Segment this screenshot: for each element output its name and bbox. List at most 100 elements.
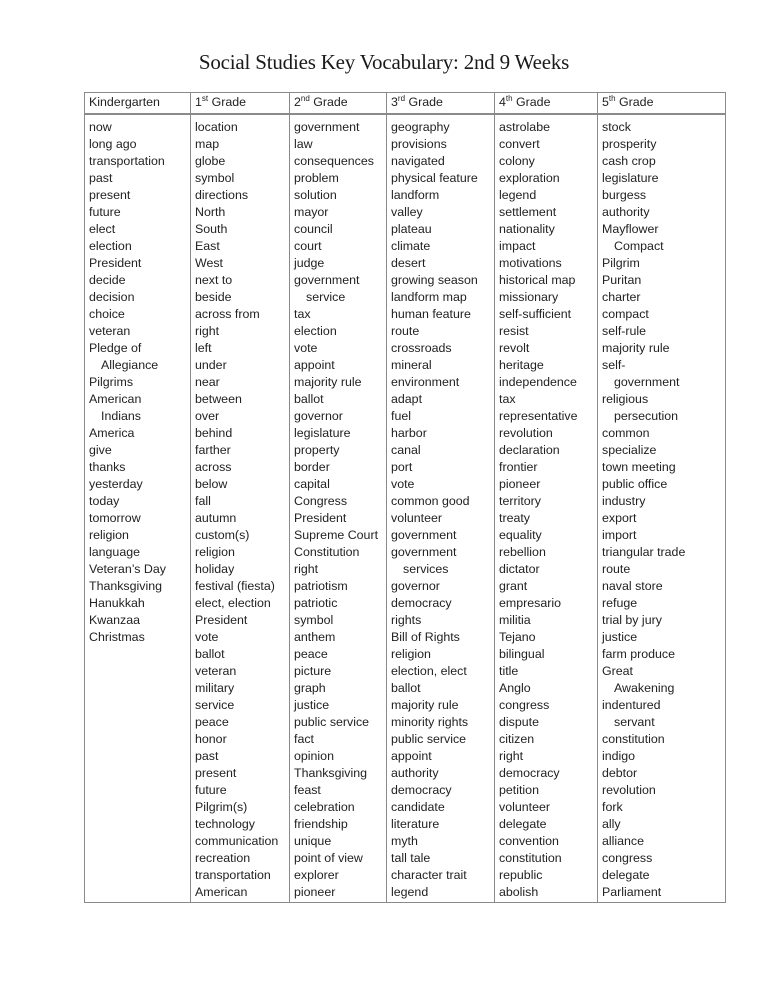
vocabulary-word: provisions	[391, 137, 447, 151]
vocabulary-word: ally	[602, 817, 621, 831]
vocabulary-word: canal	[391, 443, 421, 457]
vocabulary-word: legend	[499, 188, 537, 202]
vocabulary-word: future	[89, 205, 121, 219]
vocabulary-word: citizen	[499, 732, 535, 746]
vocabulary-word: route	[602, 562, 631, 576]
vocabulary-word: right	[195, 324, 220, 338]
vocabulary-word: religion	[391, 647, 431, 661]
vocabulary-word: settlement	[499, 205, 557, 219]
vocabulary-word: convention	[499, 834, 559, 848]
vocabulary-word: future	[195, 783, 227, 797]
word-list-grade-3: geography provisions navigated physical fea…	[386, 113, 495, 903]
vocabulary-word: below	[195, 477, 228, 491]
vocabulary-word: prosperity	[602, 137, 657, 151]
vocabulary-word: industry	[602, 494, 646, 508]
header-ordinal-suffix: nd	[300, 93, 310, 103]
vocabulary-word: anthem	[294, 630, 336, 644]
vocabulary-word: compact	[602, 307, 649, 321]
vocabulary-word: religion	[89, 528, 129, 542]
vocabulary-word: fall	[195, 494, 211, 508]
vocabulary-word: colony	[499, 154, 535, 168]
vocabulary-word: democracy	[391, 783, 452, 797]
vocabulary-word: indentured	[602, 698, 661, 712]
vocabulary-word: point of view	[294, 851, 363, 865]
vocabulary-word: location	[195, 120, 238, 134]
vocabulary-word: self-rule	[602, 324, 647, 338]
vocabulary-word: Tejano	[499, 630, 536, 644]
vocabulary-word: problem	[294, 171, 339, 185]
vocabulary-word: Puritan	[602, 273, 642, 287]
vocabulary-word: title	[499, 664, 519, 678]
vocabulary-word: graph	[294, 681, 326, 695]
word-list-grade-2: government law consequences problem solution…	[289, 113, 387, 903]
vocabulary-word: tax	[499, 392, 516, 406]
header-number: 2	[294, 95, 301, 109]
vocabulary-word: decide	[89, 273, 126, 287]
vocabulary-word: custom(s)	[195, 528, 250, 542]
vocabulary-word: patriotic	[294, 596, 338, 610]
vocabulary-word: American	[195, 885, 248, 899]
vocabulary-word: justice	[294, 698, 330, 712]
vocabulary-word: import	[602, 528, 637, 542]
vocabulary-word: congress	[499, 698, 550, 712]
word-list-kindergarten: now long ago transportation past present futu…	[84, 113, 191, 903]
vocabulary-word: law	[294, 137, 313, 151]
vocabulary-word: Hanukkah	[89, 596, 145, 610]
vocabulary-word: farther	[195, 443, 231, 457]
vocabulary-word: behind	[195, 426, 233, 440]
vocabulary-word: independence	[499, 375, 577, 389]
vocabulary-word: climate	[391, 239, 431, 253]
vocabulary-word: Pilgrim	[602, 256, 640, 270]
vocabulary-word: self-	[602, 358, 626, 372]
vocabulary-word: government	[614, 375, 680, 389]
column-header-grade-5: 5th Grade	[597, 92, 726, 115]
vocabulary-word: Great	[602, 664, 633, 678]
vocabulary-word: West	[195, 256, 223, 270]
vocabulary-word: President	[89, 256, 142, 270]
vocabulary-word: service	[306, 290, 346, 304]
header-label: Kindergarten	[89, 95, 160, 109]
vocabulary-word: tall tale	[391, 851, 431, 865]
vocabulary-word: ballot	[294, 392, 324, 406]
vocabulary-word: opinion	[294, 749, 334, 763]
vocabulary-word: election, elect	[391, 664, 467, 678]
vocabulary-word: patriotism	[294, 579, 348, 593]
vocabulary-word: majority rule	[602, 341, 670, 355]
vocabulary-word: Pledge of	[89, 341, 142, 355]
vocabulary-word: government	[391, 545, 457, 559]
header-ordinal-suffix: th	[505, 93, 513, 103]
vocabulary-word: Awakening	[614, 681, 675, 695]
vocabulary-table: Kindergarten 1st Grade 2nd Grade 3rd Gra…	[84, 92, 726, 903]
vocabulary-word: militia	[499, 613, 531, 627]
vocabulary-word: vote	[391, 477, 415, 491]
vocabulary-word: harbor	[391, 426, 427, 440]
vocabulary-word: plateau	[391, 222, 432, 236]
vocabulary-word: export	[602, 511, 637, 525]
vocabulary-word: map	[195, 137, 220, 151]
vocabulary-word: majority rule	[391, 698, 459, 712]
vocabulary-word: declaration	[499, 443, 560, 457]
vocabulary-word: volunteer	[499, 800, 550, 814]
vocabulary-word: symbol	[195, 171, 235, 185]
vocabulary-word: autumn	[195, 511, 237, 525]
vocabulary-word: ballot	[195, 647, 225, 661]
vocabulary-word: President	[195, 613, 248, 627]
word-list-grade-4: astrolabe convert colony exploration legend s…	[494, 113, 598, 903]
vocabulary-word: honor	[195, 732, 227, 746]
vocabulary-word: character trait	[391, 868, 467, 882]
vocabulary-word: mayor	[294, 205, 329, 219]
header-label: Grade	[615, 95, 654, 109]
vocabulary-word: myth	[391, 834, 418, 848]
vocabulary-word: communication	[195, 834, 279, 848]
vocabulary-word: refuge	[602, 596, 638, 610]
column-header-kindergarten: Kindergarten	[84, 92, 191, 115]
vocabulary-word: government	[391, 528, 457, 542]
vocabulary-word: authority	[602, 205, 650, 219]
vocabulary-word: East	[195, 239, 220, 253]
vocabulary-word: adapt	[391, 392, 423, 406]
header-label: Grade	[208, 95, 247, 109]
vocabulary-word: tomorrow	[89, 511, 141, 525]
vocabulary-word: Allegiance	[101, 358, 159, 372]
vocabulary-word: choice	[89, 307, 125, 321]
column-header-grade-4: 4th Grade	[494, 92, 598, 115]
